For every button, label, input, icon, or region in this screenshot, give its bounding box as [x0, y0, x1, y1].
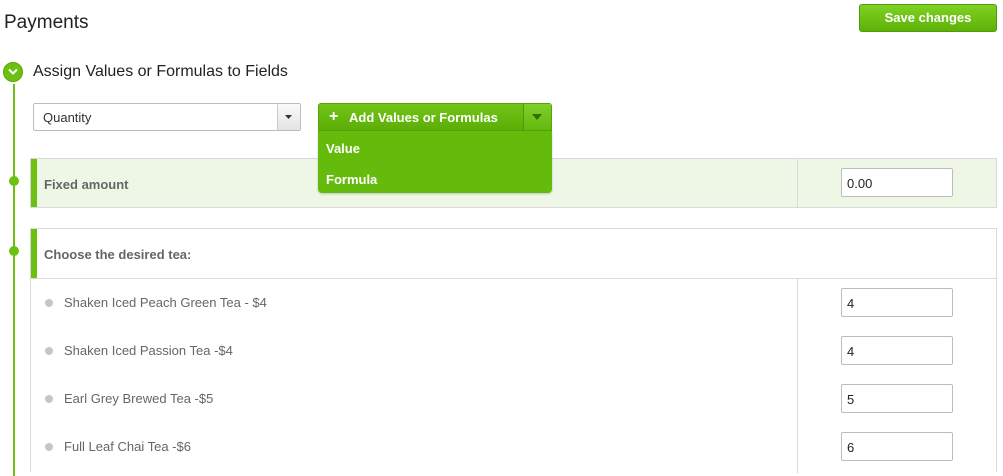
list-item: Shaken Iced Passion Tea -$4 4 — [31, 327, 996, 375]
list-item: Shaken Iced Peach Green Tea - $4 4 — [31, 279, 996, 327]
add-values-dropdown-menu: Value Formula — [318, 131, 552, 193]
fixed-amount-input[interactable]: 0.00 — [841, 168, 953, 197]
step-toggle[interactable] — [3, 62, 23, 82]
tea-choice-panel: Choose the desired tea: Shaken Iced Peac… — [30, 228, 997, 473]
menu-item-value[interactable]: Value — [326, 141, 360, 156]
tea-question-label: Choose the desired tea: — [44, 247, 192, 262]
list-item: Full Leaf Chai Tea -$6 6 — [31, 423, 996, 471]
panel-accent-bar — [31, 229, 37, 278]
tea-option-label: Earl Grey Brewed Tea -$5 — [64, 391, 214, 406]
select-arrow[interactable] — [277, 104, 300, 130]
tea-question-header: Choose the desired tea: — [31, 229, 996, 279]
caret-down-icon — [285, 115, 292, 119]
field-select-value: Quantity — [43, 110, 92, 125]
add-values-label: Add Values or Formulas — [349, 110, 498, 125]
tea-option-label: Shaken Iced Peach Green Tea - $4 — [64, 295, 267, 310]
fixed-amount-label: Fixed amount — [44, 177, 129, 192]
field-select[interactable]: Quantity — [33, 103, 301, 131]
save-changes-button[interactable]: Save changes — [859, 4, 997, 32]
list-item: Earl Grey Brewed Tea -$5 5 — [31, 375, 996, 423]
panel-accent-bar — [31, 159, 37, 207]
chevron-down-icon — [8, 68, 18, 75]
bullet-icon — [45, 395, 53, 403]
plus-icon: + — [329, 108, 339, 125]
timeline-line — [13, 84, 15, 476]
menu-item-formula[interactable]: Formula — [326, 172, 377, 187]
page-title: Payments — [4, 12, 89, 33]
tea-option-value-input[interactable]: 4 — [841, 336, 953, 365]
caret-down-icon — [532, 114, 542, 120]
step-title: Assign Values or Formulas to Fields — [33, 63, 288, 80]
column-divider — [797, 159, 798, 207]
tea-option-label: Shaken Iced Passion Tea -$4 — [64, 343, 233, 358]
tea-option-value-input[interactable]: 5 — [841, 384, 953, 413]
tea-option-value-input[interactable]: 4 — [841, 288, 953, 317]
add-values-dropdown-toggle[interactable] — [523, 104, 551, 130]
timeline-dot — [9, 246, 19, 256]
tea-option-value-input[interactable]: 6 — [841, 432, 953, 461]
bullet-icon — [45, 299, 53, 307]
bullet-icon — [45, 443, 53, 451]
bullet-icon — [45, 347, 53, 355]
tea-option-label: Full Leaf Chai Tea -$6 — [64, 439, 191, 454]
add-values-button[interactable]: + Add Values or Formulas — [318, 103, 552, 131]
timeline-dot — [9, 176, 19, 186]
